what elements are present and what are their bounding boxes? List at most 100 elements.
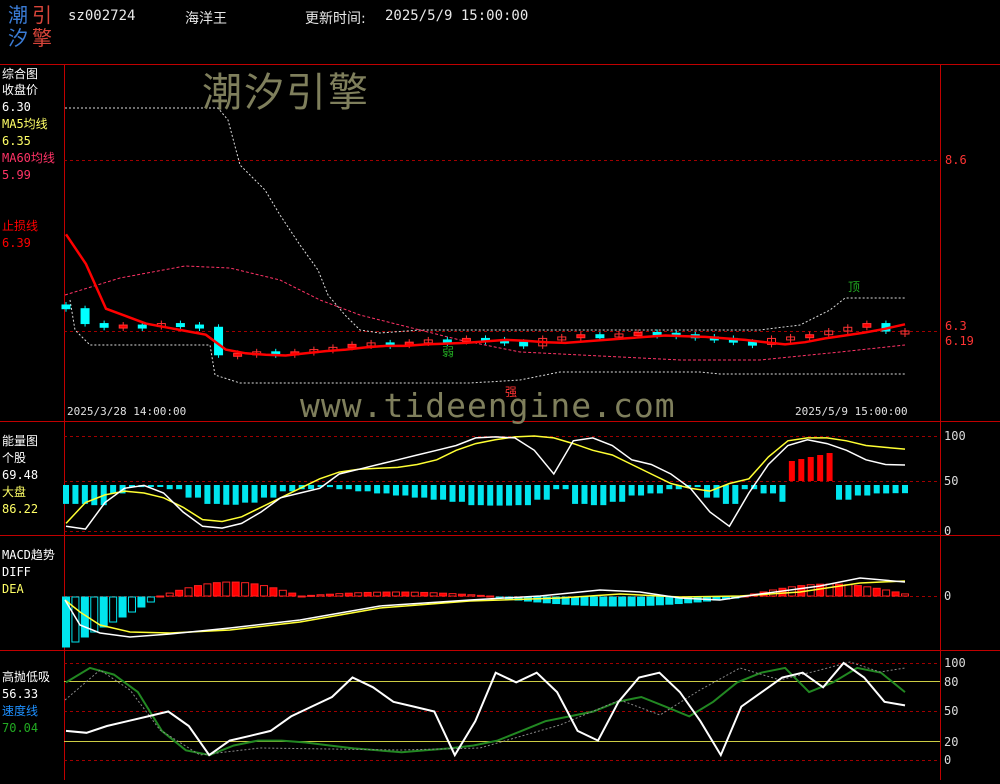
strong-marker: 强 (505, 385, 518, 399)
macd-bar (109, 596, 118, 623)
macd-bar (410, 591, 419, 597)
y-tick-label: 100 (944, 429, 966, 443)
macd-bar (184, 587, 193, 597)
logo-char: 汐 (8, 26, 28, 50)
energy-bar (194, 485, 201, 498)
energy-bar (487, 485, 494, 506)
energy-bar (260, 485, 267, 498)
macd-bar (212, 582, 221, 597)
macd-bar (618, 596, 627, 607)
energy-bar (204, 485, 211, 504)
macd-bar (863, 586, 872, 597)
energy-bar (515, 485, 522, 506)
macd-bar (259, 585, 268, 597)
energy-bar (543, 485, 550, 500)
energy-bar (279, 485, 286, 492)
y-tick-label: 0 (944, 524, 952, 538)
ma60-label: MA60均线 (2, 151, 55, 165)
macd-bar (637, 596, 646, 607)
macd-bar (439, 592, 448, 597)
candle-body (118, 324, 128, 329)
energy-bar (741, 485, 748, 490)
candle-body (862, 323, 872, 328)
energy-bar (91, 485, 98, 506)
candle-body (519, 341, 529, 347)
energy-bar (638, 485, 645, 496)
stock-code: sz002724 (68, 8, 136, 24)
macd-bar (825, 583, 834, 597)
y-tick-label: 6.3 (945, 319, 967, 333)
energy-stock-line (65, 436, 906, 530)
macd-bar (787, 586, 796, 597)
url-watermark: www.tideengine.com (300, 386, 676, 425)
macd-bar (401, 591, 410, 597)
energy-bar (628, 485, 635, 496)
stock-energy-label: 个股 (2, 451, 27, 465)
energy-bar (345, 485, 352, 490)
upper-band-line (65, 107, 905, 334)
energy-bar (176, 485, 183, 490)
candle-body (805, 334, 815, 339)
energy-bar (836, 485, 843, 500)
macd-bar (901, 593, 909, 597)
energy-bar (817, 455, 824, 481)
update-label: 更新时间: (305, 11, 366, 27)
energy-bar (430, 485, 437, 500)
energy-bars (63, 453, 908, 506)
candle-body (99, 323, 109, 328)
energy-bar (468, 485, 475, 506)
energy-bar (562, 485, 569, 490)
macd-bar (269, 587, 278, 597)
energy-bar (166, 485, 173, 490)
candle-body (137, 324, 147, 329)
chart-window[interactable]: 潮引 汐擎 sz002724 海洋王 更新时间: 2025/5/9 15:00:… (0, 0, 1000, 780)
macd-bar (316, 594, 325, 597)
macd-diff-line (64, 577, 906, 638)
energy-bar (449, 485, 456, 502)
energy-bar (364, 485, 371, 492)
dea-label: DEA (2, 582, 24, 596)
energy-bar (864, 485, 871, 496)
energy-bar (81, 485, 88, 504)
macd-bar (382, 591, 391, 597)
energy-bar (496, 485, 503, 506)
macd-bar (231, 581, 240, 597)
energy-bar (647, 485, 654, 494)
energy-bar (666, 485, 673, 490)
energy-bar (524, 485, 531, 506)
speed-line-label: 速度线 (2, 704, 39, 718)
energy-bar (902, 485, 908, 494)
energy-market-line (65, 435, 906, 524)
macd-bar (307, 594, 316, 597)
macd-bar (420, 591, 429, 597)
macd-bar (467, 594, 476, 597)
energy-bar (251, 485, 258, 503)
energy-bar (402, 485, 409, 496)
energy-bar (722, 485, 729, 504)
candle-body (747, 341, 757, 346)
macd-bar (457, 593, 466, 597)
macd-bar (127, 596, 136, 613)
energy-bar (694, 485, 701, 488)
energy-bar (326, 485, 333, 488)
energy-bar (383, 485, 390, 494)
macd-bar (203, 583, 212, 597)
macd-bar (363, 591, 372, 597)
energy-bar (807, 457, 814, 481)
ma60-line (64, 265, 906, 361)
macd-bar (344, 592, 353, 597)
energy-bar (553, 485, 560, 490)
energy-bar (656, 485, 663, 494)
ma5-value: 6.35 (2, 134, 31, 148)
y-tick-label: 80 (944, 675, 959, 689)
energy-bar (873, 485, 880, 494)
macd-bar (71, 596, 80, 643)
market-energy-value: 86.22 (2, 502, 39, 516)
macd-bar (571, 596, 580, 606)
macd-bar (222, 581, 231, 597)
macd-bar (599, 596, 608, 607)
macd-bar (250, 583, 259, 597)
energy-bar (619, 485, 626, 502)
macd-bar (288, 592, 297, 597)
macd-bar (325, 593, 334, 597)
